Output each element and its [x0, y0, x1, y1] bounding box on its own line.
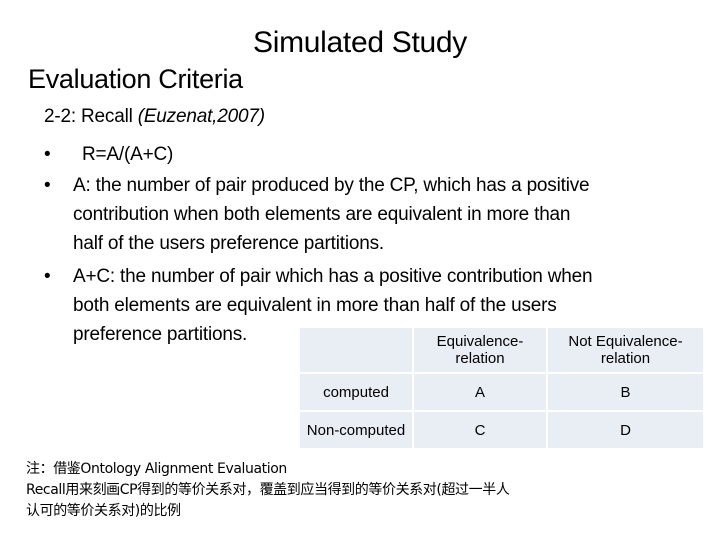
- header-not-equivalence-line-1: Not Equivalence-: [568, 333, 683, 350]
- bullet-icon: •: [44, 144, 51, 165]
- cell-b: B: [548, 374, 703, 410]
- bullet-a-line-3: half of the users preference partitions.: [73, 233, 384, 254]
- note-line-3: 认可的等价关系对)的比例: [26, 503, 181, 519]
- bullet-a-line-1: A: the number of pair produced by the CP…: [73, 175, 590, 196]
- bullet-ac-line-1: A+C: the number of pair which has a posi…: [73, 266, 593, 287]
- recall-formula: R=A/(A+C): [82, 144, 174, 165]
- header-not-equivalence: Not Equivalence- relation: [548, 328, 703, 372]
- cell-a: A: [414, 374, 546, 410]
- note-line-1: 注：借鉴Ontology Alignment Evaluation: [26, 461, 287, 477]
- table-corner-cell: [300, 328, 412, 372]
- slide-title: Simulated Study: [253, 26, 467, 59]
- bullet-ac-line-2: both elements are equivalent in more tha…: [73, 295, 557, 316]
- note-line-2: Recall用来刻画CP得到的等价关系对，覆盖到应当得到的等价关系对(超过一半人: [26, 482, 510, 498]
- table-row: computed A B: [300, 374, 703, 410]
- header-not-equivalence-line-2: relation: [600, 350, 651, 367]
- slide-subtitle: Evaluation Criteria: [28, 64, 243, 94]
- bullet-a-line-2: contribution when both elements are equi…: [73, 204, 571, 225]
- recall-heading-label: 2-2: Recall: [44, 106, 138, 127]
- cell-d: D: [548, 412, 703, 448]
- row-label-computed: computed: [300, 374, 412, 410]
- header-equivalence: Equivalence- relation: [414, 328, 546, 372]
- header-equivalence-line-2: relation: [455, 350, 505, 367]
- bullet-icon: •: [44, 266, 51, 287]
- confusion-matrix-table: Equivalence- relation Not Equivalence- r…: [298, 326, 705, 450]
- cell-c: C: [414, 412, 546, 448]
- table-header-row: Equivalence- relation Not Equivalence- r…: [300, 328, 703, 372]
- header-equivalence-line-1: Equivalence-: [436, 333, 524, 350]
- recall-heading: 2-2: Recall (Euzenat,2007): [44, 106, 265, 128]
- table-row: Non-computed C D: [300, 412, 703, 448]
- bullet-icon: •: [44, 175, 51, 196]
- bullet-ac-line-3: preference partitions.: [73, 324, 248, 345]
- citation: (Euzenat,2007): [137, 106, 265, 127]
- row-label-non-computed: Non-computed: [300, 412, 412, 448]
